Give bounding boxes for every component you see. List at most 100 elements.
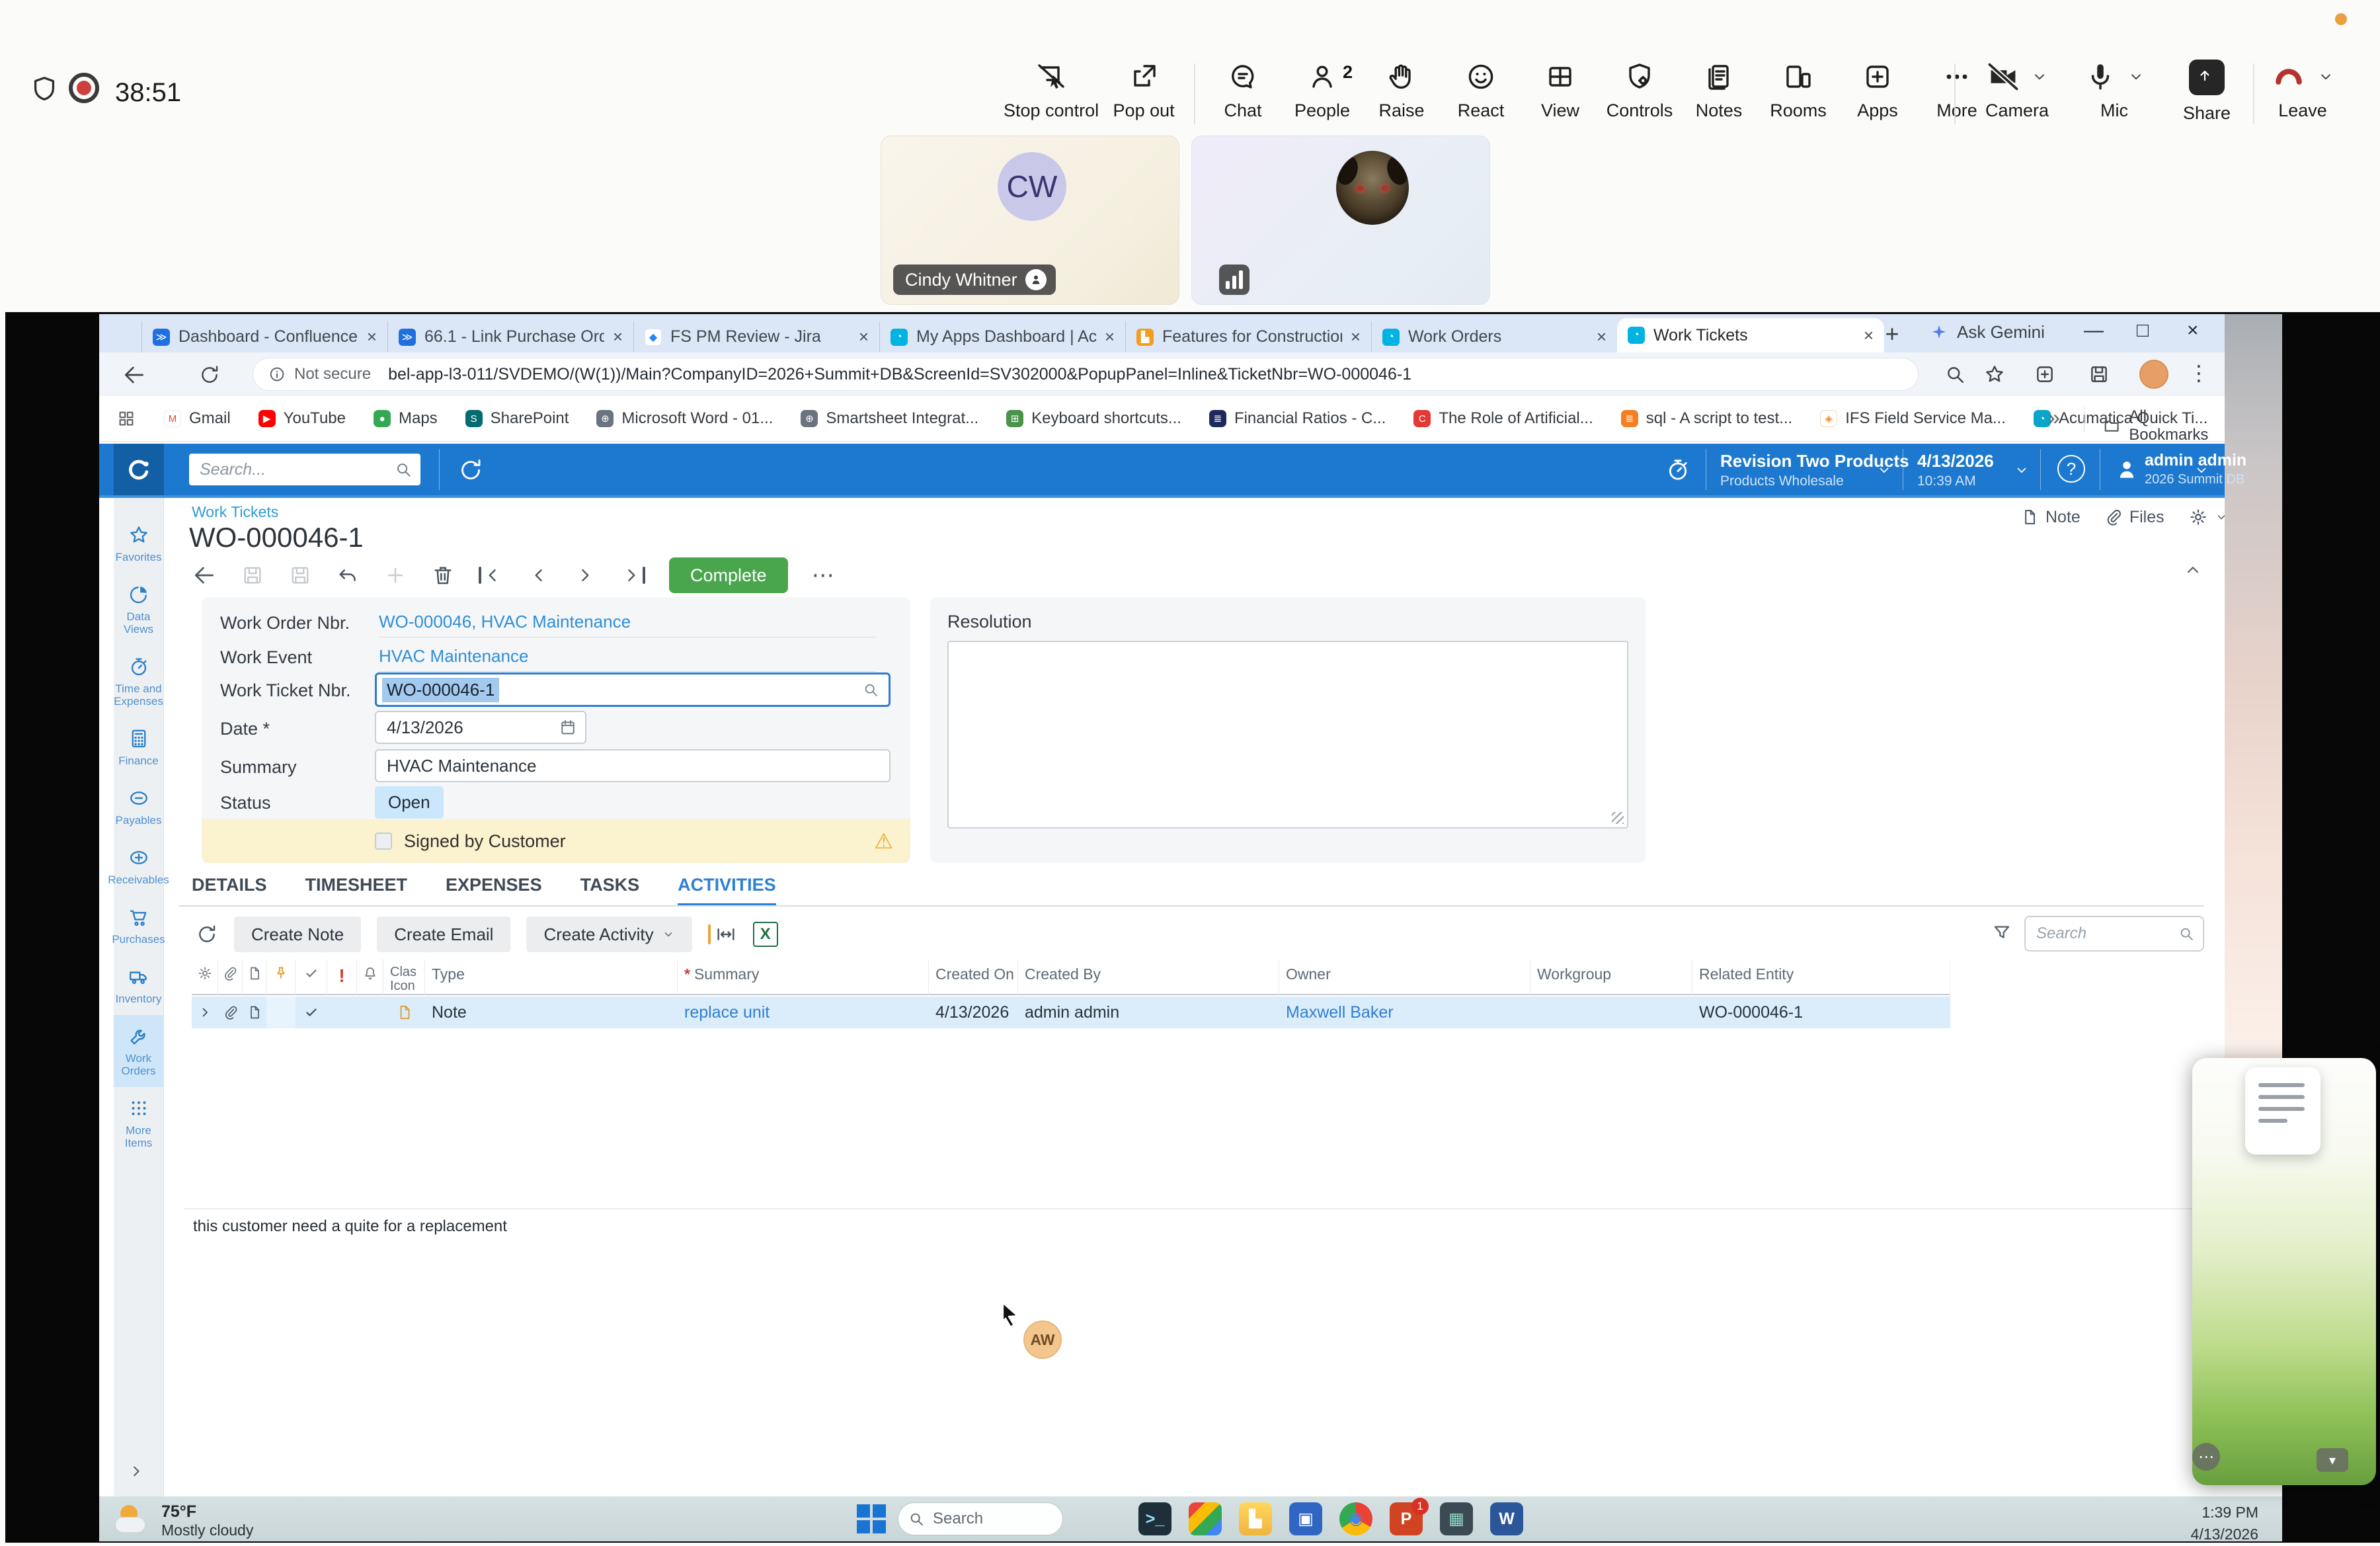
lookup-icon[interactable]	[862, 681, 879, 698]
column-header[interactable]: Related Entity	[1692, 959, 1950, 995]
save-button[interactable]	[288, 563, 312, 587]
bookmark-item[interactable]: S SharePoint	[465, 409, 569, 428]
meeting-toolbar-button[interactable]: Stop control	[1004, 61, 1099, 121]
chevron-down-icon[interactable]	[2031, 68, 2048, 85]
sidebar-item[interactable]: Data Views	[114, 573, 163, 645]
row-attachment-icon[interactable]	[218, 997, 243, 1028]
row-note-icon[interactable]	[243, 997, 266, 1028]
row-summary[interactable]: replace unit	[678, 997, 929, 1028]
column-gear-icon[interactable]	[192, 959, 218, 995]
detail-tab[interactable]: ACTIVITIES	[678, 875, 776, 907]
notes-widget-icon[interactable]	[2245, 1067, 2320, 1155]
sidebar-item[interactable]: Favorites	[114, 514, 163, 573]
tab-close-icon[interactable]: ×	[1351, 327, 1361, 347]
mic-button[interactable]: Mic	[2075, 61, 2154, 121]
window-minimize-button[interactable]: —	[2084, 319, 2104, 342]
browser-profile-avatar[interactable]	[2139, 360, 2168, 389]
browser-tab[interactable]: ◔ Work Tickets ×	[1617, 318, 1884, 352]
sidebar-expand-chevron-icon[interactable]	[127, 1462, 145, 1481]
browser-tab[interactable]: ◆ FS PM Review - Jira ×	[633, 321, 879, 352]
detail-tab[interactable]: EXPENSES	[446, 875, 542, 907]
sidebar-item[interactable]: Receivables	[114, 836, 163, 896]
participant-tile-cindy[interactable]: CW Cindy Whitner	[881, 136, 1179, 305]
go-previous-button[interactable]	[528, 564, 550, 587]
tab-close-icon[interactable]: ×	[1864, 325, 1874, 346]
participant-tile-dog[interactable]	[1191, 136, 1490, 305]
refresh-icon[interactable]	[457, 457, 484, 483]
meeting-toolbar-button[interactable]: Chat	[1209, 61, 1277, 121]
row-owner[interactable]: Maxwell Baker	[1279, 997, 1530, 1028]
breadcrumb[interactable]: Work Tickets	[192, 503, 278, 521]
business-date-selector[interactable]: 4/13/2026 10:39 AM	[1917, 451, 1994, 489]
detail-tab[interactable]: TASKS	[580, 875, 640, 907]
go-first-button[interactable]	[479, 564, 504, 587]
add-new-button[interactable]	[383, 563, 407, 587]
sidebar-item[interactable]: Work Orders	[114, 1015, 163, 1087]
taskbar-app-icon[interactable]: W	[1490, 1502, 1523, 1535]
sidebar-item[interactable]: Time and Expenses	[114, 645, 163, 717]
taskbar-app-icon[interactable]: ◉	[1339, 1502, 1372, 1535]
sidebar-item[interactable]: Purchases	[114, 896, 163, 956]
bookmark-item[interactable]: ◈ IFS Field Service Ma...	[1820, 409, 2006, 428]
ask-gemini-button[interactable]: Ask Gemini	[1929, 322, 2045, 343]
date-input[interactable]: 4/13/2026	[375, 711, 586, 744]
column-header[interactable]: Type	[425, 959, 678, 995]
bookmark-item[interactable]: ● Maps	[374, 409, 438, 428]
customize-button[interactable]	[2188, 507, 2228, 527]
browser-tab[interactable]: ≫ Dashboard - Confluence ×	[141, 321, 387, 352]
meeting-toolbar-button[interactable]: View	[1526, 61, 1595, 121]
fit-width-button[interactable]	[708, 923, 737, 946]
column-header[interactable]: Created By	[1018, 959, 1279, 995]
meeting-toolbar-button[interactable]: React	[1447, 61, 1515, 121]
browser-tab[interactable]: ◔ Work Orders ×	[1371, 321, 1617, 352]
back-button[interactable]	[192, 563, 217, 588]
bookmark-item[interactable]: M Gmail	[164, 409, 231, 428]
browser-menu-kebab-icon[interactable]: ⋮	[2188, 360, 2209, 386]
chevron-down-icon[interactable]	[2127, 68, 2145, 85]
taskbar-app-icon[interactable]: ▦	[1440, 1502, 1473, 1535]
go-next-button[interactable]	[574, 564, 596, 587]
window-maximize-button[interactable]: □	[2137, 319, 2149, 342]
resolution-textarea[interactable]	[947, 641, 1628, 829]
taskbar-app-icon[interactable]: >_	[1138, 1502, 1171, 1535]
create-activity-dropdown[interactable]: Create Activity	[526, 916, 692, 952]
windows-start-button[interactable]	[857, 1504, 886, 1533]
create-email-button[interactable]: Create Email	[377, 916, 510, 952]
cancel-undo-button[interactable]	[336, 563, 360, 587]
all-bookmarks-button[interactable]: All Bookmarks	[2102, 407, 2225, 444]
bookmark-item[interactable]: ⊞ Keyboard shortcuts...	[1006, 409, 1181, 428]
chevron-down-icon[interactable]	[2317, 68, 2334, 85]
browser-back-button[interactable]	[122, 362, 147, 387]
taskbar-clock[interactable]: 1:39 PM 4/13/2026	[2191, 1502, 2258, 1546]
meeting-toolbar-button[interactable]: Pop out	[1109, 61, 1178, 121]
filter-funnel-icon[interactable]	[1991, 922, 2012, 944]
bookmark-item[interactable]: ⊕ Microsoft Word - 01...	[596, 409, 773, 428]
meeting-toolbar-button[interactable]: Apps	[1843, 61, 1912, 121]
leave-button[interactable]: Leave	[2266, 61, 2339, 121]
detail-tab[interactable]: TIMESHEET	[305, 875, 408, 907]
tab-close-icon[interactable]: ×	[1105, 327, 1115, 347]
sidebar-item[interactable]: Finance	[114, 717, 163, 777]
zoom-icon[interactable]	[1944, 363, 1966, 386]
camera-button[interactable]: Camera	[1974, 61, 2060, 121]
grid-refresh-icon[interactable]	[196, 923, 218, 946]
row-expand-chevron-icon[interactable]	[192, 997, 218, 1028]
share-button[interactable]: Share	[2174, 60, 2240, 124]
delete-button[interactable]	[431, 563, 455, 587]
tab-close-icon[interactable]: ×	[367, 327, 377, 347]
calendar-icon[interactable]	[559, 718, 577, 737]
sidebar-item[interactable]: More Items	[114, 1087, 163, 1159]
acumatica-logo[interactable]	[114, 444, 164, 495]
taskbar-app-icon[interactable]: ▣	[1289, 1502, 1322, 1535]
sidebar-item[interactable]: Inventory	[114, 956, 163, 1015]
meeting-toolbar-button[interactable]: Controls	[1605, 61, 1674, 121]
bookmark-item[interactable]: ▶ YouTube	[258, 409, 346, 428]
sidebar-item[interactable]: Payables	[114, 777, 163, 836]
create-note-button[interactable]: Create Note	[234, 916, 361, 952]
stopwatch-icon[interactable]	[1665, 456, 1691, 483]
grid-search-input[interactable]: Search	[2024, 916, 2204, 952]
global-search-input[interactable]: Search...	[189, 454, 420, 485]
browser-tab[interactable]: ◔ My Apps Dashboard | Acu... ×	[879, 321, 1125, 352]
work-order-link[interactable]: WO-000046, HVAC Maintenance	[379, 612, 631, 632]
bookmarks-overflow-icon[interactable]: »	[2048, 405, 2060, 430]
